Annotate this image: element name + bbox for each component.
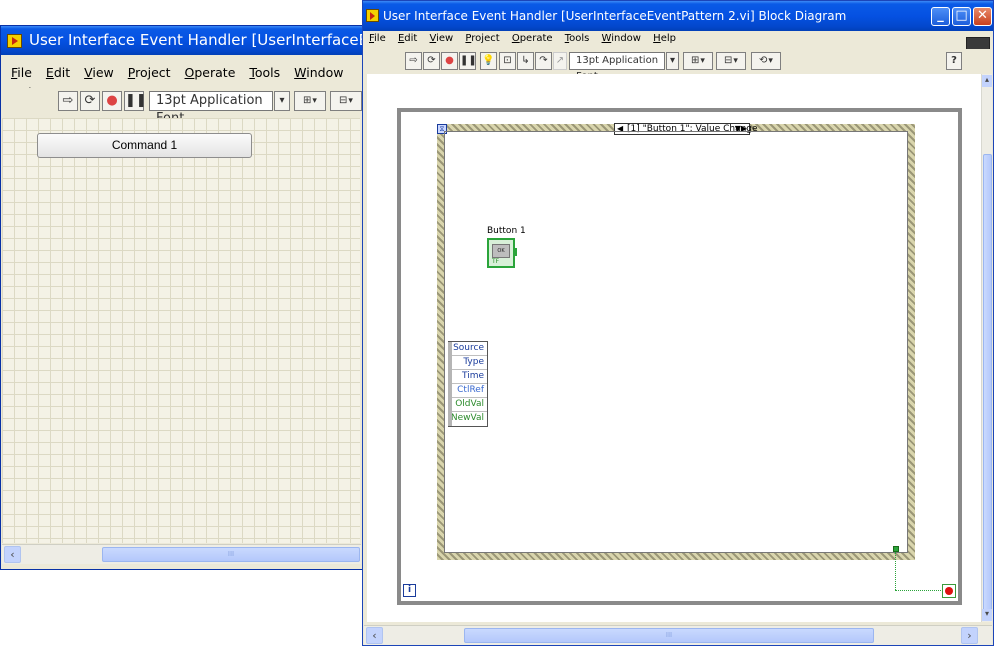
highlight-execution-icon[interactable]: 💡: [480, 52, 497, 70]
abort-icon[interactable]: ●: [102, 91, 122, 111]
block-diagram-menubar: File Edit View Project Operate Tools Win…: [363, 31, 993, 47]
scroll-down-icon[interactable]: ▾: [982, 609, 992, 621]
font-dropdown-arrow-icon[interactable]: ▾: [666, 52, 679, 70]
step-into-icon[interactable]: ↳: [517, 52, 534, 70]
scroll-up-icon[interactable]: ▴: [982, 75, 992, 87]
prev-case-arrow-icon[interactable]: ◀: [617, 124, 623, 134]
vscroll-thumb[interactable]: [983, 154, 992, 614]
event-data-oldval[interactable]: OldVal: [449, 398, 487, 412]
command-1-button[interactable]: Command 1: [37, 133, 252, 158]
button-1-label: Button 1: [487, 226, 526, 236]
step-out-icon[interactable]: ↗: [553, 52, 567, 70]
menu-view[interactable]: View: [430, 31, 454, 47]
event-data-newval[interactable]: NewVal: [449, 412, 487, 426]
run-arrow-icon[interactable]: ⇨: [405, 52, 422, 70]
boolean-wire[interactable]: [895, 590, 943, 591]
run-continuously-icon[interactable]: ⟳: [423, 52, 440, 70]
next-case-arrow-icon[interactable]: ▼▶: [735, 124, 747, 134]
run-continuously-icon[interactable]: ⟳: [80, 91, 100, 111]
labview-app-icon: [366, 9, 379, 22]
iteration-terminal[interactable]: i: [403, 584, 416, 597]
timeout-terminal-icon[interactable]: ⧖: [437, 124, 447, 134]
step-over-icon[interactable]: ↷: [535, 52, 552, 70]
block-diagram-title: User Interface Event Handler [UserInterf…: [383, 9, 847, 23]
menu-project[interactable]: Project: [128, 63, 171, 83]
reorder-icon[interactable]: ⟲: [751, 52, 781, 70]
font-dropdown-arrow-icon[interactable]: ▾: [274, 91, 290, 111]
minimize-icon[interactable]: _: [931, 7, 950, 26]
menu-window[interactable]: Window: [294, 63, 343, 83]
align-objects-icon[interactable]: ⊞: [683, 52, 713, 70]
boolean-tunnel[interactable]: [893, 546, 899, 552]
menu-operate[interactable]: Operate: [185, 63, 236, 83]
block-diagram-canvas[interactable]: ⧖ ◀ [1] "Button 1": Value Change ▼▶ Butt…: [367, 74, 983, 622]
front-panel-window: User Interface Event Handler [UserInterf…: [0, 25, 363, 570]
front-panel-menubar: File Edit View Project Operate Tools Win…: [1, 63, 362, 100]
terminal-output-icon: [513, 248, 517, 256]
front-panel-toolbar: ⇨ ⟳ ● ❚❚ 13pt Application Font ▾ ⊞ ⊟: [1, 88, 362, 126]
event-data-node[interactable]: Source Type Time CtlRef OldVal NewVal: [448, 341, 488, 427]
run-arrow-icon[interactable]: ⇨: [58, 91, 78, 111]
pause-icon[interactable]: ❚❚: [124, 91, 147, 111]
while-loop[interactable]: ⧖ ◀ [1] "Button 1": Value Change ▼▶ Butt…: [397, 108, 962, 605]
menu-edit[interactable]: Edit: [46, 63, 70, 83]
retain-wire-values-icon[interactable]: ⊡: [499, 52, 516, 70]
menu-tools[interactable]: Tools: [565, 31, 590, 47]
stop-condition-icon[interactable]: [942, 584, 956, 598]
event-data-source[interactable]: Source: [449, 342, 487, 356]
hscroll-thumb[interactable]: III: [102, 547, 360, 562]
labview-app-icon: [7, 34, 22, 48]
scroll-left-icon[interactable]: ‹: [4, 546, 21, 563]
button-1-terminal[interactable]: OK TF: [487, 238, 517, 268]
close-icon[interactable]: ✕: [973, 7, 992, 26]
scroll-left-icon[interactable]: ‹: [366, 627, 383, 644]
event-structure[interactable]: ⧖ ◀ [1] "Button 1": Value Change ▼▶ Butt…: [437, 123, 915, 560]
abort-icon[interactable]: ●: [441, 52, 458, 70]
event-data-ctlref[interactable]: CtlRef: [449, 384, 487, 398]
font-dropdown[interactable]: 13pt Application Font: [149, 91, 273, 126]
menu-tools[interactable]: Tools: [249, 63, 280, 83]
hscroll-thumb[interactable]: III: [464, 628, 874, 643]
font-dropdown[interactable]: 13pt Application Font: [569, 52, 665, 82]
menu-edit[interactable]: Edit: [398, 31, 417, 47]
maximize-icon[interactable]: □: [952, 7, 971, 26]
event-case-selector[interactable]: ◀ [1] "Button 1": Value Change ▼▶: [614, 123, 758, 135]
block-diagram-hscrollbar[interactable]: ‹ III ›: [364, 625, 992, 645]
menu-view[interactable]: View: [84, 63, 114, 83]
menu-project[interactable]: Project: [465, 31, 499, 47]
scroll-right-icon[interactable]: ›: [961, 627, 978, 644]
event-data-type[interactable]: Type: [449, 356, 487, 370]
menu-file[interactable]: File: [11, 63, 32, 83]
menu-help[interactable]: Help: [653, 31, 676, 47]
boolean-type-label: TF: [492, 258, 500, 265]
front-panel-hscrollbar[interactable]: ‹ III: [2, 544, 361, 564]
front-panel-title: User Interface Event Handler [UserInterf…: [29, 31, 362, 49]
context-help-icon[interactable]: ?: [946, 52, 962, 70]
menu-window[interactable]: Window: [602, 31, 641, 47]
ok-button-glyph: OK: [492, 244, 510, 258]
menu-file[interactable]: File: [369, 31, 386, 47]
menu-operate[interactable]: Operate: [512, 31, 553, 47]
align-objects-icon[interactable]: ⊞: [294, 91, 326, 111]
distribute-objects-icon[interactable]: ⊟: [330, 91, 362, 111]
event-data-time[interactable]: Time: [449, 370, 487, 384]
front-panel-titlebar[interactable]: User Interface Event Handler [UserInterf…: [1, 26, 362, 55]
boolean-wire[interactable]: [895, 552, 896, 590]
distribute-objects-icon[interactable]: ⊟: [716, 52, 746, 70]
block-diagram-toolbar: ⇨ ⟳ ● ❚❚ 💡 ⊡ ↳ ↷ ↗ 13pt Application Font…: [363, 49, 993, 82]
pause-icon[interactable]: ❚❚: [459, 52, 477, 70]
block-diagram-vscrollbar[interactable]: ▴ ▾: [981, 74, 992, 622]
block-diagram-window: User Interface Event Handler [UserInterf…: [362, 0, 994, 646]
front-panel-canvas[interactable]: [2, 118, 360, 543]
block-diagram-titlebar[interactable]: User Interface Event Handler [UserInterf…: [363, 1, 993, 31]
